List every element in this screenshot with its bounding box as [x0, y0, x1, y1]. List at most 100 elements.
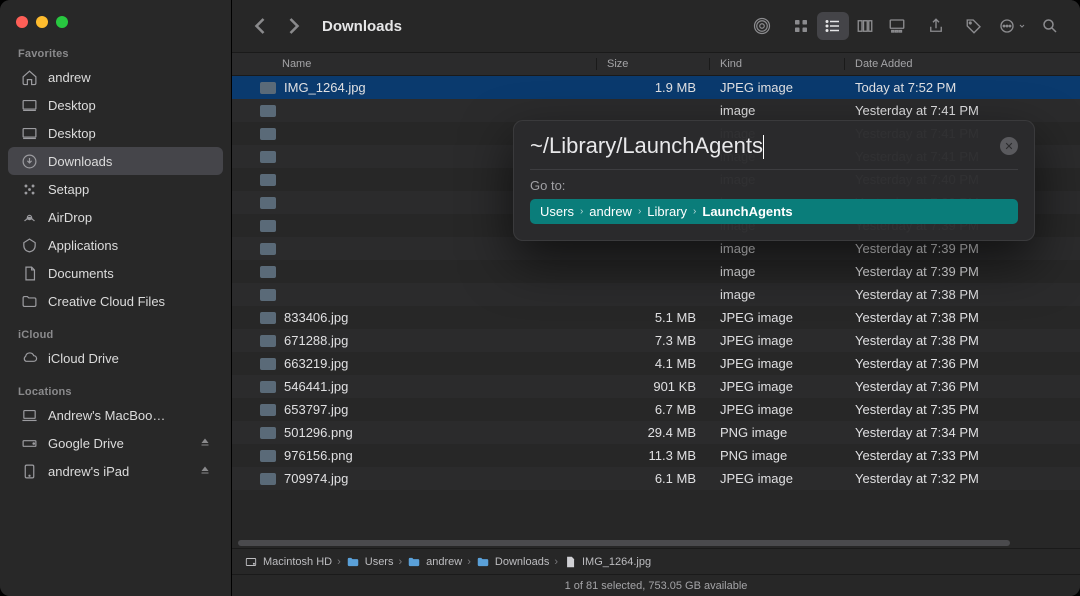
sidebar-item-label: Andrew's MacBoo…: [48, 408, 165, 423]
sidebar-item-setapp[interactable]: Setapp: [8, 175, 223, 203]
file-kind: image: [710, 241, 845, 256]
path-segment[interactable]: Downloads: [495, 556, 549, 568]
sidebar-item-creative-cloud-files[interactable]: Creative Cloud Files: [8, 287, 223, 315]
file-row[interactable]: 653797.jpg6.7 MBJPEG imageYesterday at 7…: [232, 398, 1080, 421]
desktop-icon: [20, 96, 38, 114]
file-name: 833406.jpg: [284, 310, 348, 325]
file-kind: JPEG image: [710, 333, 845, 348]
chevron-right-icon: ›: [554, 556, 558, 568]
sidebar-item-documents[interactable]: Documents: [8, 259, 223, 287]
goto-path-result[interactable]: Users›andrew›Library›LaunchAgents: [530, 199, 1018, 224]
path-bar[interactable]: Macintosh HD›Users›andrew›Downloads›IMG_…: [232, 548, 1080, 574]
file-size: 29.4 MB: [597, 425, 710, 440]
zoom-button[interactable]: [56, 16, 68, 28]
path-segment[interactable]: IMG_1264.jpg: [582, 556, 651, 568]
sidebar-item-label: Desktop: [48, 98, 96, 113]
goto-crumb: Library: [647, 204, 687, 219]
sidebar-item-label: andrew: [48, 70, 91, 85]
share-button[interactable]: [920, 12, 952, 40]
file-size: 7.3 MB: [597, 333, 710, 348]
column-date[interactable]: Date Added: [845, 58, 1080, 70]
column-size[interactable]: Size: [597, 58, 710, 70]
sidebar-item-label: Applications: [48, 238, 118, 253]
forward-button[interactable]: [280, 12, 308, 40]
file-date: Yesterday at 7:36 PM: [845, 356, 1080, 371]
file-row[interactable]: imageYesterday at 7:41 PM: [232, 99, 1080, 122]
goto-crumb: Users: [540, 204, 574, 219]
sidebar-item-icloud-drive[interactable]: iCloud Drive: [8, 344, 223, 372]
laptop-icon: [20, 406, 38, 424]
sidebar-item-google-drive[interactable]: Google Drive: [8, 429, 223, 457]
file-kind: PNG image: [710, 425, 845, 440]
search-button[interactable]: [1034, 12, 1066, 40]
path-segment[interactable]: andrew: [426, 556, 462, 568]
clear-input-button[interactable]: ✕: [1000, 137, 1018, 155]
minimize-button[interactable]: [36, 16, 48, 28]
sidebar-item-label: iCloud Drive: [48, 351, 119, 366]
column-headers: Name Size Kind Date Added: [232, 52, 1080, 76]
icon-view-button[interactable]: [785, 12, 817, 40]
ipad-icon: [20, 462, 38, 480]
path-segment[interactable]: Macintosh HD: [263, 556, 332, 568]
path-segment[interactable]: Users: [365, 556, 394, 568]
file-kind: JPEG image: [710, 356, 845, 371]
file-row[interactable]: 833406.jpg5.1 MBJPEG imageYesterday at 7…: [232, 306, 1080, 329]
file-row[interactable]: 501296.png29.4 MBPNG imageYesterday at 7…: [232, 421, 1080, 444]
back-button[interactable]: [246, 12, 274, 40]
home-icon: [20, 68, 38, 86]
horizontal-scrollbar[interactable]: [232, 538, 1080, 548]
sidebar-item-andrew-s-macboo-[interactable]: Andrew's MacBoo…: [8, 401, 223, 429]
column-name[interactable]: Name: [232, 58, 597, 70]
file-size: 901 KB: [597, 379, 710, 394]
file-name: 546441.jpg: [284, 379, 348, 394]
column-kind[interactable]: Kind: [710, 58, 845, 70]
apps-icon: [20, 236, 38, 254]
favorites-label: Favorites: [0, 42, 231, 63]
tags-button[interactable]: [958, 12, 990, 40]
sidebar-item-andrew[interactable]: andrew: [8, 63, 223, 91]
list-view-button[interactable]: [817, 12, 849, 40]
file-kind: JPEG image: [710, 471, 845, 486]
sidebar-item-desktop[interactable]: Desktop: [8, 119, 223, 147]
file-date: Yesterday at 7:39 PM: [845, 264, 1080, 279]
file-row[interactable]: imageYesterday at 7:39 PM: [232, 260, 1080, 283]
sidebar-item-airdrop[interactable]: AirDrop: [8, 203, 223, 231]
airdrop-icon[interactable]: [746, 12, 778, 40]
sidebar-item-desktop[interactable]: Desktop: [8, 91, 223, 119]
file-row[interactable]: 976156.png11.3 MBPNG imageYesterday at 7…: [232, 444, 1080, 467]
eject-icon[interactable]: [199, 436, 211, 451]
file-date: Yesterday at 7:38 PM: [845, 287, 1080, 302]
file-date: Yesterday at 7:33 PM: [845, 448, 1080, 463]
file-row[interactable]: 709974.jpg6.1 MBJPEG imageYesterday at 7…: [232, 467, 1080, 490]
file-date: Yesterday at 7:38 PM: [845, 333, 1080, 348]
sidebar-item-label: Creative Cloud Files: [48, 294, 165, 309]
sidebar-item-andrew-s-ipad[interactable]: andrew's iPad: [8, 457, 223, 485]
view-switcher: [784, 11, 914, 41]
eject-icon[interactable]: [199, 464, 211, 479]
chevron-right-icon: ›: [580, 206, 583, 217]
file-thumbnail-icon: [260, 404, 276, 416]
file-name: 976156.png: [284, 448, 353, 463]
sidebar-item-applications[interactable]: Applications: [8, 231, 223, 259]
file-thumbnail-icon: [260, 335, 276, 347]
action-menu-button[interactable]: [996, 12, 1028, 40]
column-view-button[interactable]: [849, 12, 881, 40]
file-row[interactable]: IMG_1264.jpg1.9 MBJPEG imageToday at 7:5…: [232, 76, 1080, 99]
sidebar-item-downloads[interactable]: Downloads: [8, 147, 223, 175]
file-row[interactable]: imageYesterday at 7:38 PM: [232, 283, 1080, 306]
close-button[interactable]: [16, 16, 28, 28]
file-row[interactable]: 546441.jpg901 KBJPEG imageYesterday at 7…: [232, 375, 1080, 398]
file-date: Yesterday at 7:32 PM: [845, 471, 1080, 486]
file-row[interactable]: 671288.jpg7.3 MBJPEG imageYesterday at 7…: [232, 329, 1080, 352]
goto-input[interactable]: ~/Library/LaunchAgents: [530, 133, 1000, 159]
toolbar: Downloads: [232, 0, 1080, 52]
content-area: Downloads Name Size Kind Date Added IMG_…: [232, 0, 1080, 596]
gallery-view-button[interactable]: [881, 12, 913, 40]
file-row[interactable]: 663219.jpg4.1 MBJPEG imageYesterday at 7…: [232, 352, 1080, 375]
file-kind: image: [710, 264, 845, 279]
file-date: Yesterday at 7:39 PM: [845, 241, 1080, 256]
file-kind: JPEG image: [710, 379, 845, 394]
file-kind: JPEG image: [710, 310, 845, 325]
chevron-right-icon: ›: [337, 556, 341, 568]
file-icon: [563, 555, 577, 569]
